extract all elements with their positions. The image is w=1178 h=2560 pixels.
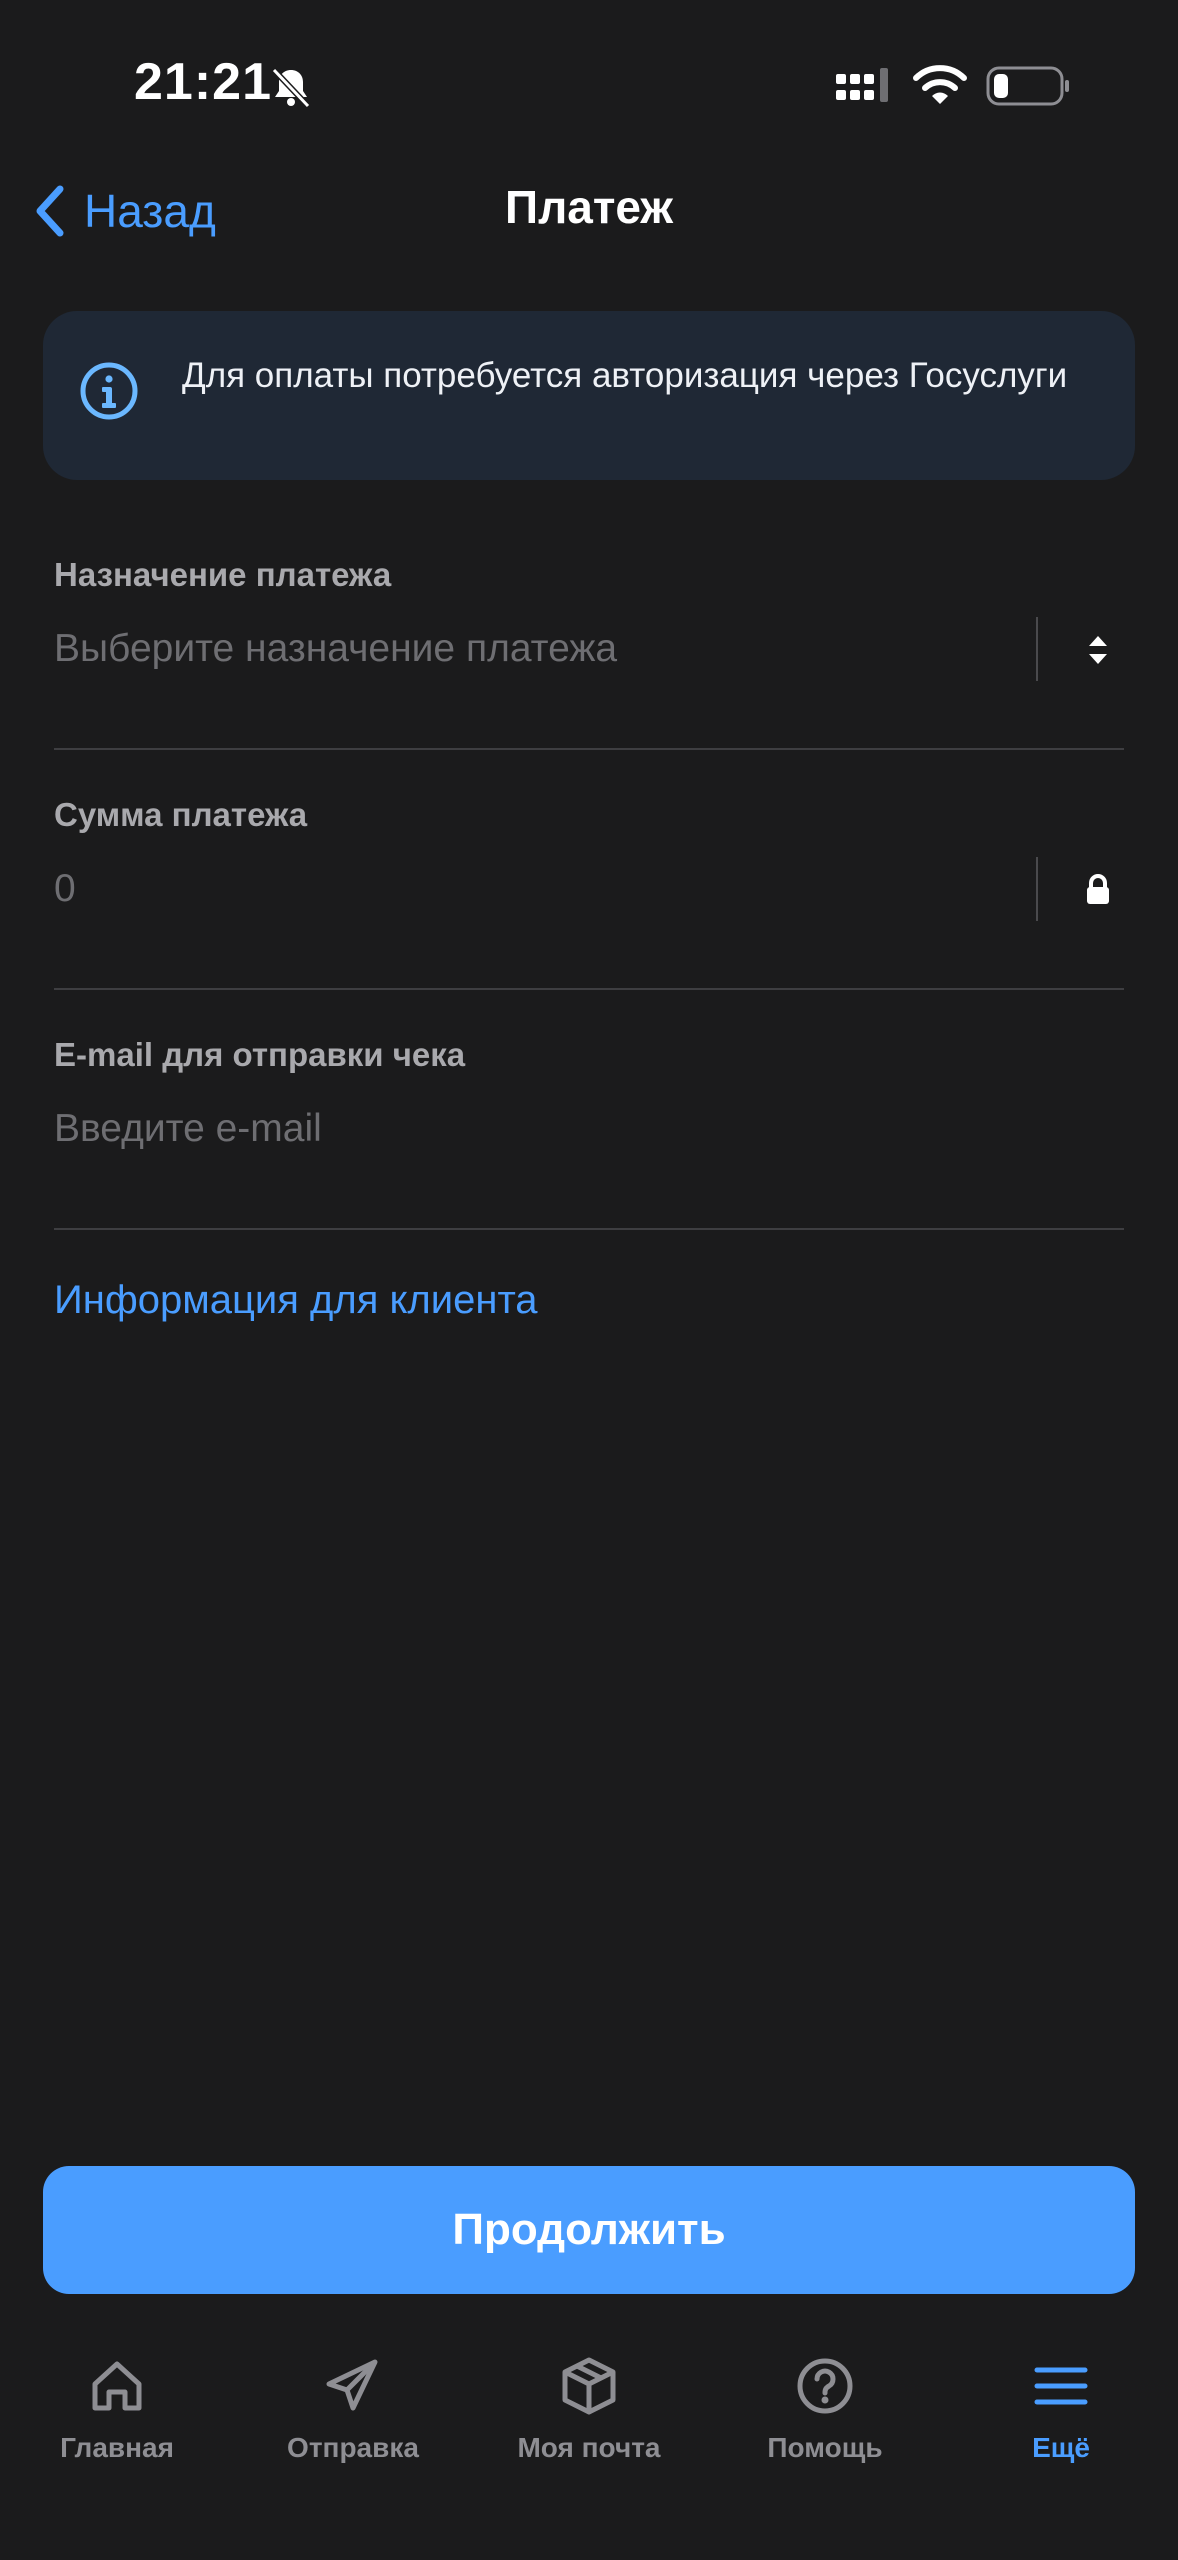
payment-amount-field: Сумма платежа (54, 796, 1124, 992)
payment-purpose-select[interactable] (54, 616, 1014, 682)
info-banner-text: Для оплаты потребуется авторизация через… (182, 356, 1068, 395)
status-time: 21:21 (134, 53, 272, 111)
chevron-left-icon (36, 185, 64, 237)
sort-arrows-icon[interactable] (1076, 628, 1120, 672)
back-label: Назад (84, 185, 216, 237)
info-banner: Для оплаты потребуется авторизация через… (43, 311, 1135, 480)
field-underline (54, 988, 1124, 990)
home-icon (92, 2361, 142, 2411)
tab-send[interactable]: Отправка (238, 2340, 468, 2480)
payment-purpose-field: Назначение платежа (54, 556, 1124, 752)
wifi-icon (913, 65, 967, 104)
tab-more[interactable]: Ещё (946, 2340, 1176, 2480)
tab-label: Моя почта (517, 2432, 661, 2463)
help-icon (797, 2358, 853, 2414)
cellular-signal-icon (836, 68, 888, 102)
battery-icon (986, 66, 1069, 106)
field-separator (1036, 857, 1038, 921)
payment-purpose-label: Назначение платежа (54, 556, 392, 593)
tab-label: Главная (60, 2432, 174, 2463)
payment-screen: 21:21 Платеж Назад Для оплаты потребуетс… (0, 0, 1178, 2560)
client-info-link[interactable]: Информация для клиента (54, 1278, 538, 1323)
tab-help[interactable]: Помощь (710, 2340, 940, 2480)
send-icon (326, 2359, 378, 2411)
bell-muted-icon (271, 67, 311, 109)
menu-icon (1034, 2367, 1088, 2405)
email-input[interactable] (54, 1096, 1124, 1162)
back-button[interactable]: Назад (32, 176, 216, 246)
continue-button[interactable]: Продолжить (43, 2166, 1135, 2294)
tab-label: Ещё (1032, 2432, 1090, 2463)
field-separator (1036, 617, 1038, 681)
tab-home[interactable]: Главная (2, 2340, 232, 2480)
nav-bar: Платеж Назад (0, 170, 1178, 250)
tab-label: Отправка (287, 2432, 419, 2463)
tab-bar: Главная Отправка Моя почта Помощь Ещё (0, 2340, 1178, 2560)
payment-amount-label: Сумма платежа (54, 796, 308, 833)
payment-amount-input[interactable] (54, 856, 1014, 922)
tab-label: Помощь (767, 2432, 883, 2463)
field-underline (54, 748, 1124, 750)
email-field: E-mail для отправки чека (54, 1036, 1124, 1232)
status-bar: 21:21 (0, 0, 1178, 170)
info-icon (80, 362, 138, 420)
tab-my-mail[interactable]: Моя почта (474, 2340, 704, 2480)
field-underline (54, 1228, 1124, 1230)
lock-icon (1087, 874, 1109, 904)
email-label: E-mail для отправки чека (54, 1036, 466, 1073)
parcel-icon (562, 2357, 616, 2415)
